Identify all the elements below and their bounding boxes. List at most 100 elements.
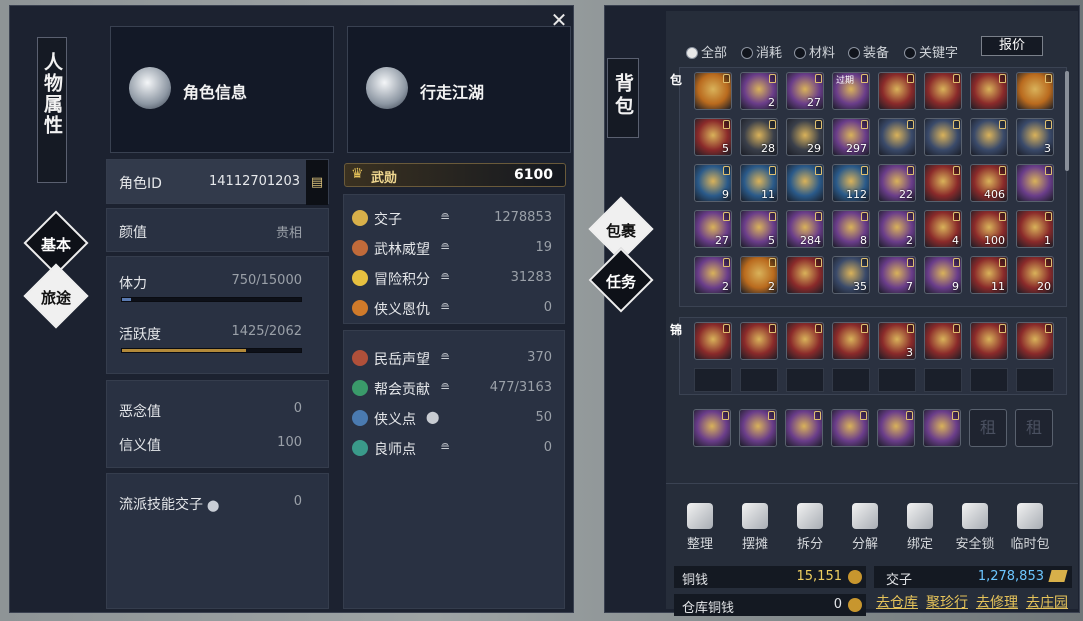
empty-slot[interactable] <box>740 368 778 392</box>
filter-1[interactable]: 消耗 <box>741 42 782 61</box>
coin-stack-icon[interactable]: ≘ <box>440 380 450 394</box>
inventory-slot[interactable]: 100 <box>970 210 1008 248</box>
reputation-row: 民岳声望 ≘ 370 <box>352 347 552 373</box>
inventory-slot[interactable] <box>970 118 1008 156</box>
inventory-slot[interactable]: 20 <box>1016 256 1054 294</box>
inventory-slot[interactable] <box>924 118 962 156</box>
empty-slot[interactable] <box>786 368 824 392</box>
inventory-slot[interactable] <box>970 322 1008 360</box>
inventory-slot[interactable] <box>739 409 777 447</box>
filter-4[interactable]: 关键字 <box>904 42 958 61</box>
inventory-slot[interactable]: 27 <box>694 210 732 248</box>
inventory-slot[interactable]: 过期 <box>832 72 870 110</box>
inventory-slot[interactable] <box>877 409 915 447</box>
inventory-slot[interactable]: 35 <box>832 256 870 294</box>
inventory-slot[interactable] <box>832 322 870 360</box>
inventory-slot[interactable]: 11 <box>970 256 1008 294</box>
inventory-slot[interactable]: 2 <box>740 72 778 110</box>
filter-0[interactable]: 全部 <box>686 42 727 61</box>
tool-lock[interactable]: 安全锁 <box>951 503 999 552</box>
coin-stack-icon[interactable]: ≘ <box>440 440 450 454</box>
inventory-slot[interactable]: 297 <box>832 118 870 156</box>
inventory-slot[interactable]: 2 <box>878 210 916 248</box>
empty-slot[interactable] <box>878 368 916 392</box>
tool-bind[interactable]: 绑定 <box>896 503 944 552</box>
inventory-slot[interactable]: 9 <box>924 256 962 294</box>
inventory-slot[interactable]: 112 <box>832 164 870 202</box>
locked-rental-slot[interactable]: 租 <box>1015 409 1053 447</box>
inventory-slot[interactable] <box>694 72 732 110</box>
inventory-slot[interactable]: 284 <box>786 210 824 248</box>
location-pin-icon[interactable]: ⬤ <box>426 410 439 424</box>
empty-slot[interactable] <box>970 368 1008 392</box>
stamina-value: 750/15000 <box>231 273 302 288</box>
bound-lock-icon <box>953 166 960 175</box>
tool-temp-bag[interactable]: 临时包 <box>1006 503 1054 552</box>
inventory-slot[interactable]: 9 <box>694 164 732 202</box>
inventory-slot[interactable] <box>785 409 823 447</box>
inventory-slot[interactable]: 5 <box>694 118 732 156</box>
filter-3[interactable]: 装备 <box>848 42 889 61</box>
inventory-slot[interactable]: 28 <box>740 118 778 156</box>
copper-row: 铜钱 15,151 <box>674 566 866 588</box>
inventory-slot[interactable] <box>878 72 916 110</box>
link-2[interactable]: 去修理 <box>976 592 1018 612</box>
inventory-panel: ✕ 背包 包裹 任务 全部消耗材料装备关键字 报价 227过期528292973… <box>588 5 1080 616</box>
inventory-slot[interactable] <box>924 164 962 202</box>
inventory-slot[interactable]: 1 <box>1016 210 1054 248</box>
link-3[interactable]: 去庄园 <box>1026 592 1068 612</box>
inventory-slot[interactable]: 22 <box>878 164 916 202</box>
inventory-slot[interactable]: 7 <box>878 256 916 294</box>
role-info-card[interactable]: 角色信息 <box>110 26 334 153</box>
inventory-slot[interactable] <box>1016 322 1054 360</box>
empty-slot[interactable] <box>694 368 732 392</box>
inventory-slot[interactable]: 5 <box>740 210 778 248</box>
coin-stack-icon[interactable]: ≘ <box>440 350 450 364</box>
tool-split[interactable]: 拆分 <box>786 503 834 552</box>
tool-sort[interactable]: 整理 <box>676 503 724 552</box>
bound-lock-icon <box>769 324 776 333</box>
locked-rental-slot[interactable]: 租 <box>969 409 1007 447</box>
price-button[interactable]: 报价 <box>981 36 1043 56</box>
inventory-slot[interactable] <box>693 409 731 447</box>
wander-jianghu-card[interactable]: 行走江湖 <box>347 26 571 153</box>
filter-2[interactable]: 材料 <box>794 42 835 61</box>
inventory-slot[interactable]: 11 <box>740 164 778 202</box>
inventory-slot[interactable] <box>1016 72 1054 110</box>
empty-slot[interactable] <box>924 368 962 392</box>
inventory-slot[interactable] <box>878 118 916 156</box>
link-0[interactable]: 去仓库 <box>876 592 918 612</box>
tool-stall[interactable]: 摆摊 <box>731 503 779 552</box>
inventory-slot[interactable] <box>924 72 962 110</box>
inventory-slot[interactable]: 2 <box>740 256 778 294</box>
link-1[interactable]: 聚珍行 <box>926 592 968 612</box>
activity-label: 活跃度 <box>119 327 161 343</box>
inventory-slot[interactable]: 4 <box>924 210 962 248</box>
inventory-slot[interactable]: 29 <box>786 118 824 156</box>
inventory-slot[interactable]: 8 <box>832 210 870 248</box>
location-pin-icon[interactable]: ⬤ <box>207 499 219 512</box>
item-quantity: 2 <box>768 96 775 109</box>
tool-decompose[interactable]: 分解 <box>841 503 889 552</box>
stamina-row: 体力 750/15000 <box>119 273 316 293</box>
inventory-slot[interactable] <box>924 322 962 360</box>
inventory-slot[interactable] <box>786 164 824 202</box>
inventory-slot[interactable]: 3 <box>878 322 916 360</box>
inventory-slot[interactable] <box>786 256 824 294</box>
inventory-slot[interactable] <box>694 322 732 360</box>
inventory-slot[interactable]: 3 <box>1016 118 1054 156</box>
inventory-slot[interactable]: 2 <box>694 256 732 294</box>
inventory-slot[interactable] <box>831 409 869 447</box>
copy-id-icon[interactable]: ▤ <box>306 160 328 205</box>
inventory-slot[interactable] <box>740 322 778 360</box>
inventory-slot[interactable] <box>923 409 961 447</box>
scrollbar[interactable] <box>1065 71 1069 171</box>
inventory-slot[interactable] <box>786 322 824 360</box>
empty-slot[interactable] <box>1016 368 1054 392</box>
empty-slot[interactable] <box>832 368 870 392</box>
inventory-slot[interactable]: 406 <box>970 164 1008 202</box>
currency-section: 交子 ≘ 1278853 武林威望 ≘ 19 冒险积分 ≘ 31283 侠义恩仇 ≘ 0 <box>343 194 565 324</box>
inventory-slot[interactable]: 27 <box>786 72 824 110</box>
inventory-slot[interactable] <box>1016 164 1054 202</box>
inventory-slot[interactable] <box>970 72 1008 110</box>
